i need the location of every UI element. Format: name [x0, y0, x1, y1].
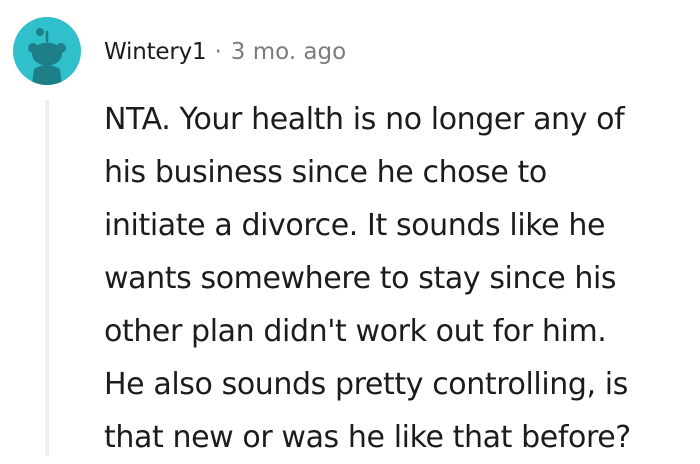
- comment-body-line: other plan didn't work out for him.: [104, 314, 607, 349]
- comment-body-line: his business since he chose to: [104, 155, 547, 190]
- comment-meta: Wintery1 · 3 mo. ago: [104, 33, 346, 71]
- comment-body-line: initiate a divorce. It sounds like he: [104, 208, 606, 243]
- comment-body-line: wants somewhere to stay since his: [104, 261, 617, 296]
- comment-body-line: NTA. Your health is no longer any of: [104, 102, 625, 137]
- comment-body: NTA. Your health is no longer any of his…: [104, 93, 694, 464]
- thread-collapse-line[interactable]: [45, 100, 49, 456]
- timestamp[interactable]: 3 mo. ago: [231, 39, 346, 65]
- comment-body-line: He also sounds pretty controlling, is: [104, 367, 628, 402]
- comment-body-line: that new or was he like that before?: [104, 420, 631, 455]
- snoo-icon: [28, 28, 66, 85]
- username-link[interactable]: Wintery1: [104, 39, 207, 65]
- meta-separator: ·: [214, 39, 222, 65]
- avatar-icon[interactable]: [13, 17, 81, 85]
